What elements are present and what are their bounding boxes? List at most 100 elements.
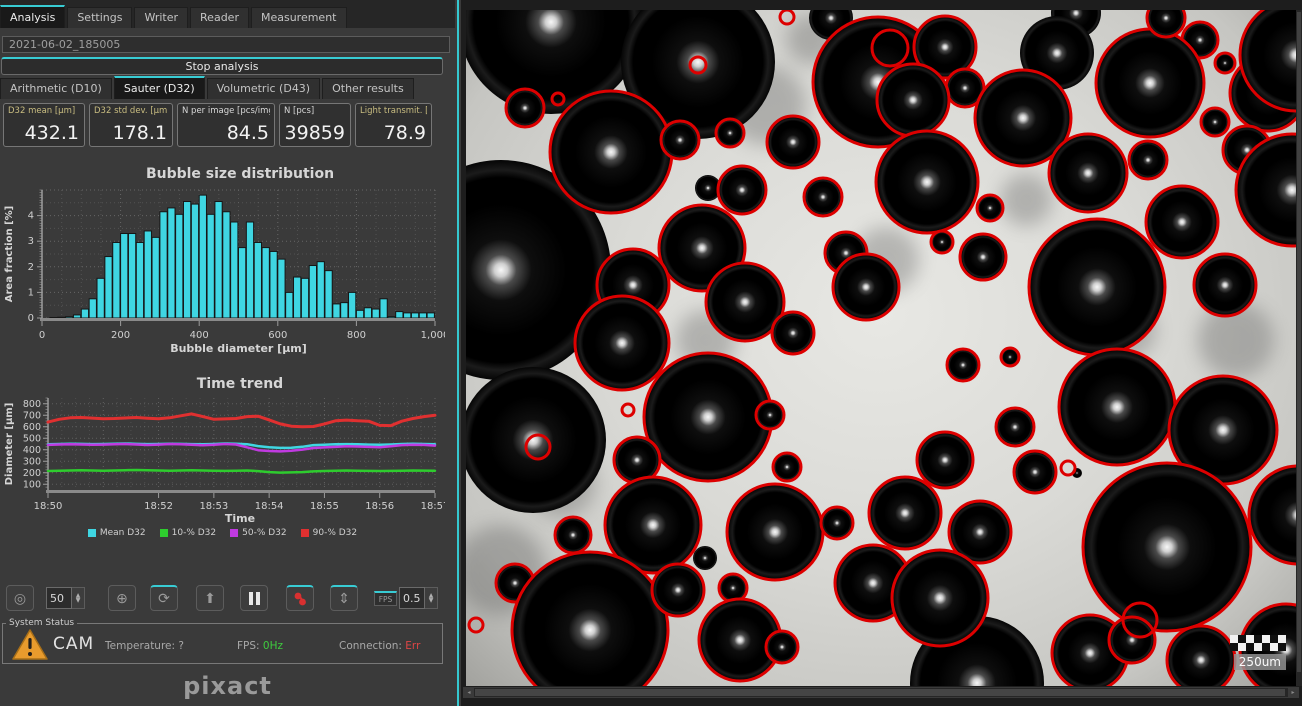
svg-text:Diameter [µm]: Diameter [µm] <box>4 403 15 486</box>
tab-writer[interactable]: Writer <box>134 7 188 28</box>
svg-text:Bubble diameter [µm]: Bubble diameter [µm] <box>170 342 307 355</box>
temperature-status: Temperature: ? <box>105 640 184 652</box>
tab-analysis[interactable]: Analysis <box>0 5 65 28</box>
refresh-button[interactable]: ⟳ <box>150 585 178 611</box>
hist-bar <box>294 277 301 318</box>
time-trend-chart: 10020030040050060070080018:5018:5218:531… <box>0 394 445 512</box>
camera-image[interactable]: 250um <box>466 10 1296 686</box>
bubble-size-histogram: 0123402004006008001,000Bubble diameter [… <box>0 184 445 358</box>
svg-text:300: 300 <box>23 456 41 467</box>
hist-bar <box>176 214 183 318</box>
fps-stepper: ▲▼ <box>399 587 438 609</box>
connection-status: Connection: Err <box>339 640 420 652</box>
stop-analysis-button[interactable]: Stop analysis <box>1 57 443 75</box>
horizontal-scrollbar[interactable]: ◂ ▸ <box>463 687 1299 698</box>
hist-bar <box>128 234 135 318</box>
hist-bar <box>121 234 128 318</box>
hist-bar <box>356 310 363 318</box>
stat-value: 84.5 <box>227 122 269 144</box>
hist-bar <box>152 237 159 318</box>
stat-label: D32 std dev. [µm] <box>94 106 168 116</box>
svg-text:4: 4 <box>28 211 34 222</box>
scroll-right-icon[interactable]: ▸ <box>1288 688 1298 697</box>
tab-measurement[interactable]: Measurement <box>251 7 347 28</box>
svg-text:0: 0 <box>28 313 34 324</box>
svg-text:18:56: 18:56 <box>365 501 394 512</box>
record-button[interactable]: ◎ <box>6 585 34 611</box>
hist-bar <box>278 259 285 318</box>
hist-bar <box>396 312 403 318</box>
scroll-left-icon[interactable]: ◂ <box>464 688 474 697</box>
trend-line-90-% D32 <box>48 414 435 427</box>
hist-bar <box>199 195 206 318</box>
warning-icon <box>11 628 49 662</box>
horizontal-scroll-thumb[interactable] <box>475 689 1285 696</box>
hist-bar <box>105 257 112 318</box>
hist-bar <box>191 204 198 318</box>
svg-text:18:52: 18:52 <box>144 501 173 512</box>
connection-status-value: Err <box>405 640 420 652</box>
bubble-overlay <box>466 10 1296 686</box>
hist-bar <box>89 299 96 318</box>
panel-splitter[interactable] <box>457 0 459 706</box>
svg-text:18:55: 18:55 <box>310 501 339 512</box>
hist-bar <box>254 242 261 318</box>
hist-bar <box>411 313 418 318</box>
tab-sauter-d32[interactable]: Sauter (D32) <box>114 76 205 99</box>
hist-bar <box>246 222 253 318</box>
svg-text:18:54: 18:54 <box>255 501 284 512</box>
svg-text:18:57: 18:57 <box>421 501 445 512</box>
record-icon: ◎ <box>14 590 26 607</box>
spinner-arrows-icon[interactable]: ▲▼ <box>72 587 85 609</box>
hist-bar <box>113 242 120 318</box>
stat-n-total: N [pcs] 39859 <box>279 103 351 147</box>
vertical-scrollbar[interactable] <box>1296 10 1302 686</box>
hist-bar <box>207 214 214 318</box>
svg-text:0: 0 <box>39 330 45 341</box>
vertical-scroll-thumb[interactable] <box>1297 12 1301 672</box>
hist-bar <box>97 278 104 318</box>
spinner-arrows-icon[interactable]: ▲▼ <box>425 587 438 609</box>
tab-volumetric-d43[interactable]: Volumetric (D43) <box>207 78 320 99</box>
zoom-value-input[interactable] <box>46 587 72 609</box>
scale-label: 250um <box>1234 654 1286 670</box>
hist-bar <box>372 309 379 318</box>
fps-status: FPS: 0Hz <box>237 640 283 652</box>
detection-circle <box>622 404 634 416</box>
main-tabbar: Analysis Settings Writer Reader Measurem… <box>0 0 455 28</box>
tab-other-results[interactable]: Other results <box>322 78 414 99</box>
tab-settings[interactable]: Settings <box>67 7 132 28</box>
hist-bar <box>317 262 324 318</box>
disconnect-button[interactable] <box>286 585 314 611</box>
legend-item: Mean D32 <box>88 528 146 538</box>
plus-circle-icon: ⊕ <box>116 590 128 607</box>
fps-badge: FPS <box>374 591 397 606</box>
svg-text:100: 100 <box>23 479 41 490</box>
stat-d32-stddev: D32 std dev. [µm] 178.1 <box>89 103 173 147</box>
svg-text:18:53: 18:53 <box>199 501 228 512</box>
legend-item: 10-% D32 <box>160 528 217 538</box>
pixact-logo: pixact <box>0 672 455 700</box>
session-name-input[interactable] <box>2 36 450 53</box>
tab-arithmetic-d10[interactable]: Arithmetic (D10) <box>0 78 112 99</box>
fps-value-input[interactable] <box>399 587 425 609</box>
pause-button[interactable] <box>240 585 268 611</box>
stat-light-transmit: Light transmit. [-] 78.9 <box>355 103 432 147</box>
hist-bar <box>144 231 151 318</box>
upload-button[interactable]: ⬆ <box>196 585 224 611</box>
zoom-stepper: ▲▼ <box>46 587 85 609</box>
hist-bar <box>364 308 371 318</box>
tab-reader[interactable]: Reader <box>190 7 249 28</box>
stat-label: N [pcs] <box>284 106 346 116</box>
bubble <box>645 354 771 480</box>
detection-circle <box>780 10 794 24</box>
svg-text:500: 500 <box>23 433 41 444</box>
hist-bar <box>286 292 293 318</box>
detection-circle <box>1061 461 1075 475</box>
svg-text:1: 1 <box>28 287 34 298</box>
svg-text:1,000: 1,000 <box>421 330 445 341</box>
add-button[interactable]: ⊕ <box>108 585 136 611</box>
svg-text:Area fraction [%]: Area fraction [%] <box>4 206 15 302</box>
eject-button[interactable]: ⇕ <box>330 585 358 611</box>
stat-value: 432.1 <box>25 122 79 144</box>
